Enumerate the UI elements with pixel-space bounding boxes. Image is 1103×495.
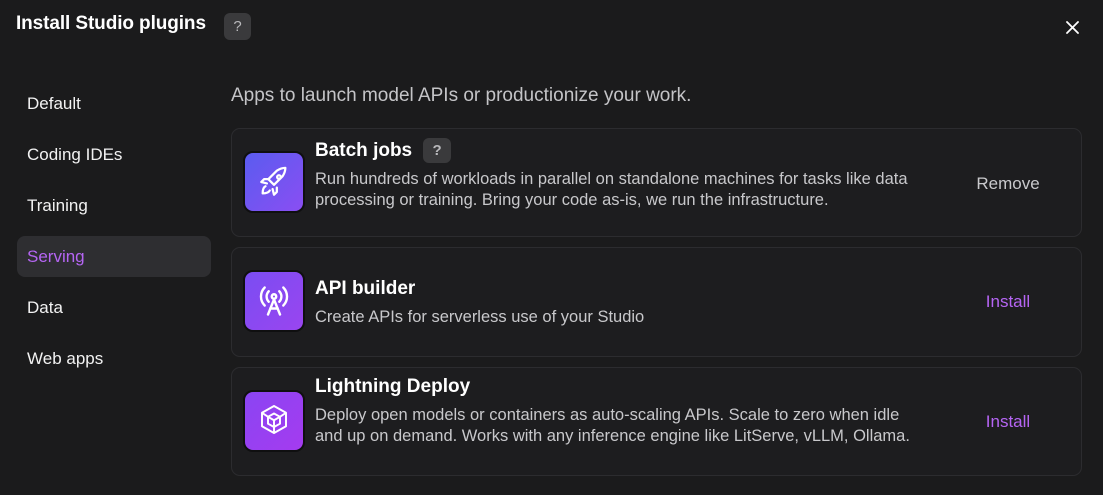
plugin-description: Create APIs for serverless use of your S… <box>315 308 645 326</box>
broadcast-tower-icon <box>243 270 305 332</box>
plugin-description: Deploy open models or containers as auto… <box>315 406 910 445</box>
rocket-icon <box>243 151 305 213</box>
sidebar-item-label: Web apps <box>27 348 104 368</box>
plugin-description: Run hundreds of workloads in parallel on… <box>315 170 908 209</box>
remove-button[interactable]: Remove <box>948 174 1068 194</box>
install-button[interactable]: Install <box>948 292 1068 312</box>
plugin-card-lightning-deploy: Lightning Deploy Deploy open models or c… <box>231 367 1082 476</box>
install-button[interactable]: Install <box>948 412 1068 432</box>
plugin-card-api-builder: API builder Create APIs for serverless u… <box>231 247 1082 357</box>
plugin-title-text: Batch jobs <box>315 139 413 161</box>
close-icon <box>1065 20 1079 34</box>
plugin-title: API builder <box>315 278 415 300</box>
dialog-title: Install Studio plugins <box>16 13 206 34</box>
help-icon[interactable]: ? <box>224 13 251 40</box>
category-sidebar: Default Coding IDEs Training Serving Dat… <box>17 83 211 389</box>
sidebar-item-label: Data <box>27 297 63 317</box>
sidebar-item-training[interactable]: Training <box>17 185 211 226</box>
sidebar-item-label: Default <box>27 93 81 113</box>
close-button[interactable] <box>1060 15 1084 39</box>
sidebar-item-label: Coding IDEs <box>27 144 123 164</box>
sidebar-item-data[interactable]: Data <box>17 287 211 328</box>
plugin-title-text: API builder <box>315 278 416 299</box>
section-subtitle: Apps to launch model APIs or productioni… <box>231 85 692 106</box>
sidebar-item-coding-ides[interactable]: Coding IDEs <box>17 134 211 175</box>
plugin-title: Batch jobs ? <box>315 138 452 163</box>
plugin-title: Lightning Deploy <box>315 376 470 398</box>
dialog-header: Install Studio plugins ? <box>0 0 1103 56</box>
plugin-card-batch-jobs: Batch jobs ? Run hundreds of workloads i… <box>231 128 1082 237</box>
sidebar-item-default[interactable]: Default <box>17 83 211 124</box>
plugin-title-text: Lightning Deploy <box>315 376 471 397</box>
sidebar-item-label: Training <box>27 195 88 215</box>
cube-cluster-icon <box>243 390 305 452</box>
sidebar-item-web-apps[interactable]: Web apps <box>17 338 211 379</box>
sidebar-item-serving[interactable]: Serving <box>17 236 211 277</box>
help-icon[interactable]: ? <box>423 138 452 163</box>
sidebar-item-label: Serving <box>27 246 85 266</box>
